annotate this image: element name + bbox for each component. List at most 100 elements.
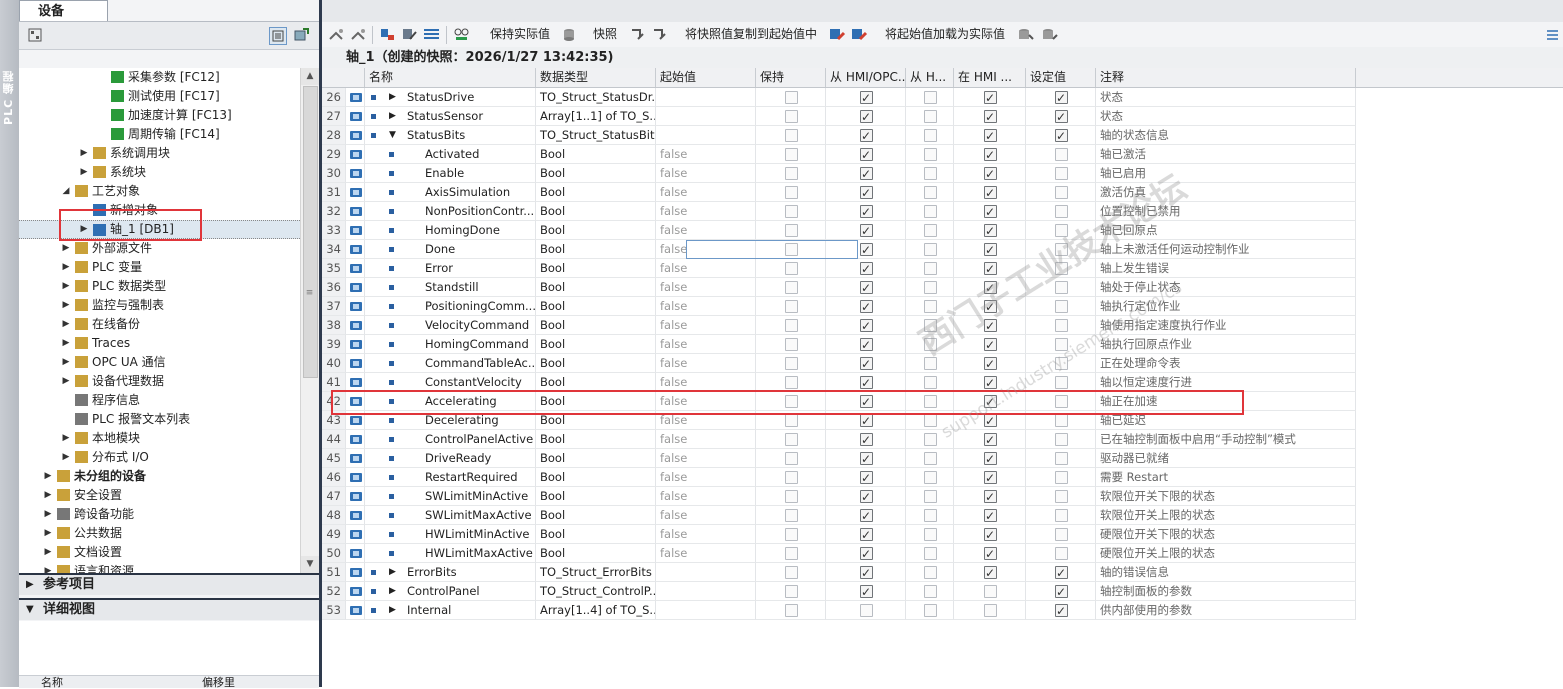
setpoint-checkbox[interactable] bbox=[1055, 319, 1068, 332]
visible-hmi-checkbox[interactable] bbox=[984, 317, 997, 334]
reference-projects-panel[interactable]: ▶ 参考项目 bbox=[19, 573, 319, 595]
accessible-hmi-checkbox[interactable] bbox=[860, 507, 873, 524]
name-cell[interactable]: Activated bbox=[365, 145, 536, 164]
collapse-arrow-icon[interactable]: ▼ bbox=[389, 126, 396, 144]
collapse-arrow-icon[interactable]: ◢ bbox=[61, 182, 71, 201]
start-value-cell[interactable] bbox=[656, 563, 756, 582]
retain-checkbox[interactable] bbox=[785, 205, 798, 218]
tree-item[interactable]: 测试使用 [FC17] bbox=[19, 87, 300, 106]
visible-hmi-checkbox[interactable] bbox=[984, 469, 997, 486]
start-value-cell[interactable]: false bbox=[656, 373, 756, 392]
type-cell[interactable]: Bool bbox=[536, 468, 656, 487]
setpoint-checkbox[interactable] bbox=[1055, 509, 1068, 522]
name-cell[interactable]: ▶ ErrorBits bbox=[365, 563, 536, 582]
menu-icon[interactable] bbox=[1544, 27, 1561, 42]
start-value-cell[interactable]: false bbox=[656, 240, 756, 259]
retain-checkbox[interactable] bbox=[785, 110, 798, 123]
retain-checkbox[interactable] bbox=[785, 186, 798, 199]
expand-arrow-icon[interactable]: ▶ bbox=[43, 467, 53, 486]
type-cell[interactable]: Bool bbox=[536, 164, 656, 183]
name-cell[interactable]: SWLimitMaxActive bbox=[365, 506, 536, 525]
name-cell[interactable]: Error bbox=[365, 259, 536, 278]
visible-hmi-checkbox[interactable] bbox=[984, 374, 997, 391]
accessible-hmi-checkbox[interactable] bbox=[860, 298, 873, 315]
writable-hmi-checkbox[interactable] bbox=[924, 357, 937, 370]
start-value-cell[interactable]: false bbox=[656, 297, 756, 316]
comment-cell[interactable]: 轴正在加速 bbox=[1096, 392, 1356, 411]
writable-hmi-checkbox[interactable] bbox=[924, 319, 937, 332]
accessible-hmi-checkbox[interactable] bbox=[860, 526, 873, 543]
type-cell[interactable]: Bool bbox=[536, 525, 656, 544]
start-value-cell[interactable]: false bbox=[656, 468, 756, 487]
setpoint-checkbox[interactable] bbox=[1055, 262, 1068, 275]
scroll-down-button[interactable]: ▼ bbox=[301, 556, 319, 573]
comment-cell[interactable]: 已在轴控制面板中启用“手动控制”模式 bbox=[1096, 430, 1356, 449]
table-row[interactable]: 49 HWLimitMinActive Boolfalse 硬限位开关下限的状态 bbox=[322, 525, 1563, 544]
tree-item[interactable]: ◢ 工艺对象 bbox=[19, 182, 300, 201]
type-cell[interactable]: Bool bbox=[536, 316, 656, 335]
visible-hmi-checkbox[interactable] bbox=[984, 146, 997, 163]
visible-hmi-checkbox[interactable] bbox=[984, 336, 997, 353]
column-header[interactable]: 数据类型 bbox=[536, 68, 656, 87]
setpoint-checkbox[interactable] bbox=[1055, 452, 1068, 465]
details-col-offset[interactable]: 偏移里 bbox=[202, 676, 235, 689]
table-row[interactable]: 27 ▶ StatusSensor Array[1..1] of TO_S... 状态 bbox=[322, 107, 1563, 126]
comment-cell[interactable]: 状态 bbox=[1096, 88, 1356, 107]
table-row[interactable]: 53 ▶ Internal Array[1..4] of TO_S... 供内部使用的参… bbox=[322, 601, 1563, 620]
writable-hmi-checkbox[interactable] bbox=[924, 490, 937, 503]
accessible-hmi-checkbox[interactable] bbox=[860, 431, 873, 448]
visible-hmi-checkbox[interactable] bbox=[984, 184, 997, 201]
start-value-cell[interactable] bbox=[656, 601, 756, 620]
accessible-hmi-checkbox[interactable] bbox=[860, 184, 873, 201]
table-row[interactable]: 35 Error Boolfalse 轴上发生错误 bbox=[322, 259, 1563, 278]
start-value-cell[interactable]: false bbox=[656, 164, 756, 183]
retain-checkbox[interactable] bbox=[785, 414, 798, 427]
setpoint-checkbox[interactable] bbox=[1055, 357, 1068, 370]
writable-hmi-checkbox[interactable] bbox=[924, 300, 937, 313]
keep-actual-values-button[interactable]: 保持实际值 bbox=[490, 27, 550, 42]
load-start-as-actual-button[interactable]: 将起始值加载为实际值 bbox=[885, 27, 1005, 42]
setpoint-checkbox[interactable] bbox=[1055, 602, 1068, 619]
type-cell[interactable]: Bool bbox=[536, 354, 656, 373]
expand-arrow-icon[interactable]: ▶ bbox=[61, 429, 71, 448]
start-value-cell[interactable]: false bbox=[656, 278, 756, 297]
setpoint-checkbox[interactable] bbox=[1055, 338, 1068, 351]
comment-cell[interactable]: 轴上发生错误 bbox=[1096, 259, 1356, 278]
writable-hmi-checkbox[interactable] bbox=[924, 281, 937, 294]
accessible-hmi-checkbox[interactable] bbox=[860, 488, 873, 505]
retain-checkbox[interactable] bbox=[785, 281, 798, 294]
writable-hmi-checkbox[interactable] bbox=[924, 338, 937, 351]
type-cell[interactable]: Bool bbox=[536, 430, 656, 449]
tree-item[interactable]: 加速度计算 [FC13] bbox=[19, 106, 300, 125]
writable-hmi-checkbox[interactable] bbox=[924, 205, 937, 218]
accessible-hmi-checkbox[interactable] bbox=[860, 469, 873, 486]
copy-snapshot-icon[interactable] bbox=[630, 27, 647, 42]
visible-hmi-checkbox[interactable] bbox=[984, 108, 997, 125]
table-row[interactable]: 41 ConstantVelocity Boolfalse 轴以恒定速度行进 bbox=[322, 373, 1563, 392]
tree-item[interactable]: ▶ 语言和资源 bbox=[19, 562, 300, 573]
start-value-cell[interactable]: false bbox=[656, 392, 756, 411]
writable-hmi-checkbox[interactable] bbox=[924, 129, 937, 142]
start-value-cell[interactable]: false bbox=[656, 411, 756, 430]
comment-cell[interactable]: 轴处于停止状态 bbox=[1096, 278, 1356, 297]
table-row[interactable]: 28 ▼ StatusBits TO_Struct_StatusBits 轴的状态信息 bbox=[322, 126, 1563, 145]
writable-hmi-checkbox[interactable] bbox=[924, 395, 937, 408]
setpoint-checkbox[interactable] bbox=[1055, 414, 1068, 427]
writable-hmi-checkbox[interactable] bbox=[924, 148, 937, 161]
comment-cell[interactable]: 正在处理命令表 bbox=[1096, 354, 1356, 373]
accessible-hmi-checkbox[interactable] bbox=[860, 165, 873, 182]
name-cell[interactable]: HWLimitMaxActive bbox=[365, 544, 536, 563]
start-value-cell[interactable]: false bbox=[656, 183, 756, 202]
writable-hmi-checkbox[interactable] bbox=[924, 547, 937, 560]
setpoint-checkbox[interactable] bbox=[1055, 108, 1068, 125]
list-view-icon[interactable] bbox=[269, 27, 287, 45]
accessible-hmi-checkbox[interactable] bbox=[860, 393, 873, 410]
tree-item[interactable]: ▶ 文档设置 bbox=[19, 543, 300, 562]
tree-item[interactable]: ▶ 设备代理数据 bbox=[19, 372, 300, 391]
writable-hmi-checkbox[interactable] bbox=[924, 186, 937, 199]
column-header[interactable]: 从 HMI/OPC... bbox=[826, 68, 906, 87]
tab-device[interactable]: 设备 bbox=[19, 0, 108, 22]
expand-arrow-icon[interactable]: ▶ bbox=[43, 486, 53, 505]
writable-hmi-checkbox[interactable] bbox=[924, 452, 937, 465]
tree-item[interactable]: PLC 报警文本列表 bbox=[19, 410, 300, 429]
